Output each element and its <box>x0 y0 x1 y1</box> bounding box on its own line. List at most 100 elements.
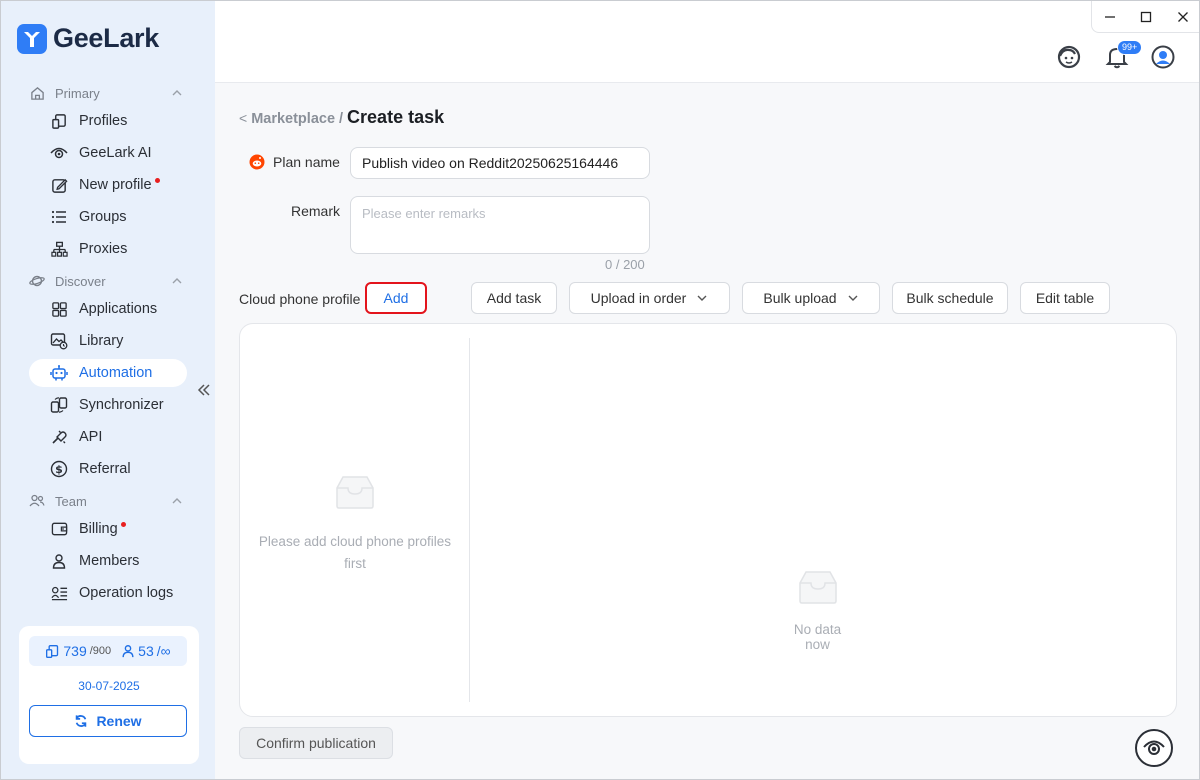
notifications-bell-icon[interactable]: 99+ <box>1103 40 1143 71</box>
sidebar-item-geelark-ai[interactable]: GeeLark AI <box>29 139 187 167</box>
bulk-upload-label: Bulk upload <box>763 290 837 306</box>
sidebar-item-label: Groups <box>79 209 127 225</box>
planet-icon <box>29 273 45 289</box>
sidebar-item-label: Library <box>79 333 124 349</box>
sidebar-item-api[interactable]: API <box>29 423 187 451</box>
plan-name-label: Plan name <box>273 154 340 170</box>
team-icon <box>29 493 45 509</box>
sidebar-item-new-profile[interactable]: New profile <box>29 171 187 199</box>
reddit-icon <box>249 154 265 170</box>
close-button[interactable] <box>1165 1 1199 32</box>
breadcrumb-marketplace[interactable]: Marketplace <box>251 111 335 127</box>
app-window: GeeLark Primary Profiles GeeLark AI New … <box>0 0 1200 780</box>
maximize-button[interactable] <box>1128 1 1164 32</box>
svg-text:$: $ <box>55 463 63 476</box>
bulk-upload-dropdown[interactable]: Bulk upload <box>742 282 880 314</box>
members-used: 53 <box>138 643 154 659</box>
add-task-button[interactable]: Add task <box>471 282 557 314</box>
section-team[interactable]: Team <box>29 493 183 509</box>
sidebar-item-applications[interactable]: Applications <box>29 295 187 323</box>
renew-label: Renew <box>96 713 142 729</box>
user-avatar-icon[interactable] <box>1149 43 1177 71</box>
profiles-empty-text: Please add cloud phone profiles first <box>258 534 452 571</box>
minimize-button[interactable] <box>1092 1 1128 32</box>
upload-in-order-label: Upload in order <box>590 290 687 306</box>
geelark-logo-icon <box>17 23 47 54</box>
breadcrumb: < Marketplace / Create task <box>239 107 444 128</box>
section-label: Primary <box>55 85 100 101</box>
maximize-icon <box>1141 11 1152 22</box>
plan-name-input[interactable]: Publish video on Reddit20250625164446 <box>350 147 650 179</box>
dollar-icon: $ <box>49 459 69 479</box>
sidebar-item-members[interactable]: Members <box>29 547 187 575</box>
home-icon <box>29 85 45 101</box>
confirm-publication-button[interactable]: Confirm publication <box>239 727 393 759</box>
person-icon <box>122 645 134 658</box>
sidebar-item-label: Applications <box>79 301 158 317</box>
main-content: < Marketplace / Create task Plan name Pu… <box>215 83 1199 779</box>
refresh-icon <box>76 715 87 727</box>
library-icon <box>49 331 69 351</box>
notification-count-badge: 99+ <box>1117 40 1143 55</box>
bulk-schedule-button[interactable]: Bulk schedule <box>892 282 1008 314</box>
window-controls <box>1091 1 1199 33</box>
sidebar-item-library[interactable]: Library <box>29 327 187 355</box>
sidebar-item-billing[interactable]: Billing <box>29 515 187 543</box>
bulk-schedule-label: Bulk schedule <box>906 290 994 306</box>
back-link[interactable]: < <box>239 110 247 126</box>
sidebar-item-label: New profile <box>79 177 152 193</box>
close-icon <box>1177 11 1188 22</box>
apps-grid-icon <box>49 299 69 319</box>
edit-icon <box>49 175 69 195</box>
sidebar-item-profiles[interactable]: Profiles <box>29 107 187 135</box>
sidebar-item-label: Profiles <box>79 113 128 129</box>
section-primary[interactable]: Primary <box>29 85 183 101</box>
sidebar-item-label: GeeLark AI <box>79 145 152 161</box>
upload-in-order-dropdown[interactable]: Upload in order <box>569 282 730 314</box>
sidebar-item-groups[interactable]: Groups <box>29 203 187 231</box>
chevron-up-icon <box>172 90 182 96</box>
log-icon <box>49 583 69 603</box>
sidebar: GeeLark Primary Profiles GeeLark AI New … <box>1 1 215 779</box>
minimize-icon <box>1105 15 1116 18</box>
members-total: /∞ <box>156 643 171 659</box>
profiles-icon <box>46 644 59 658</box>
cloud-phone-profile-label: Cloud phone profile <box>239 291 361 307</box>
collapse-sidebar-icon[interactable] <box>195 381 213 399</box>
top-bar: 99+ <box>215 1 1199 83</box>
brand-name: GeeLark <box>53 23 159 53</box>
profiles-empty-state: Please add cloud phone profiles first <box>250 474 460 575</box>
profiles-total: /900 <box>89 645 112 657</box>
sidebar-item-label: API <box>79 429 103 445</box>
notification-dot <box>120 521 126 527</box>
remark-textarea[interactable]: Please enter remarks <box>350 196 650 254</box>
empty-inbox-icon <box>336 476 374 509</box>
profiles-icon <box>49 111 69 131</box>
empty-inbox-icon <box>798 571 837 604</box>
floating-eye-assistant-icon[interactable] <box>1135 729 1173 767</box>
quota-card: 739/900 53/∞ 30-07-2025 Renew <box>19 626 199 764</box>
section-discover[interactable]: Discover <box>29 273 183 289</box>
brand-logo[interactable]: GeeLark <box>17 23 159 54</box>
sidebar-item-referral[interactable]: $ Referral <box>29 455 187 483</box>
renew-button[interactable]: Renew <box>29 705 187 737</box>
section-label: Team <box>55 493 87 509</box>
expiry-date: 30-07-2025 <box>78 679 140 693</box>
network-icon <box>49 239 69 259</box>
sync-icon <box>49 395 69 415</box>
tasks-empty-text: No data now <box>793 622 842 652</box>
sidebar-item-proxies[interactable]: Proxies <box>29 235 187 263</box>
robot-icon <box>49 363 69 383</box>
sidebar-item-automation[interactable]: Automation <box>29 359 187 387</box>
wallet-icon <box>49 519 69 539</box>
sidebar-item-operation-logs[interactable]: Operation logs <box>29 579 187 607</box>
sidebar-item-label: Automation <box>79 365 153 381</box>
sidebar-item-synchronizer[interactable]: Synchronizer <box>29 391 187 419</box>
edit-table-label: Edit table <box>1035 290 1095 306</box>
add-profile-button[interactable]: Add <box>365 282 427 314</box>
support-agent-icon[interactable] <box>1055 43 1083 71</box>
edit-table-button[interactable]: Edit table <box>1020 282 1110 314</box>
api-icon <box>49 427 69 447</box>
page-title: Create task <box>347 107 445 127</box>
remark-label: Remark <box>291 203 341 219</box>
